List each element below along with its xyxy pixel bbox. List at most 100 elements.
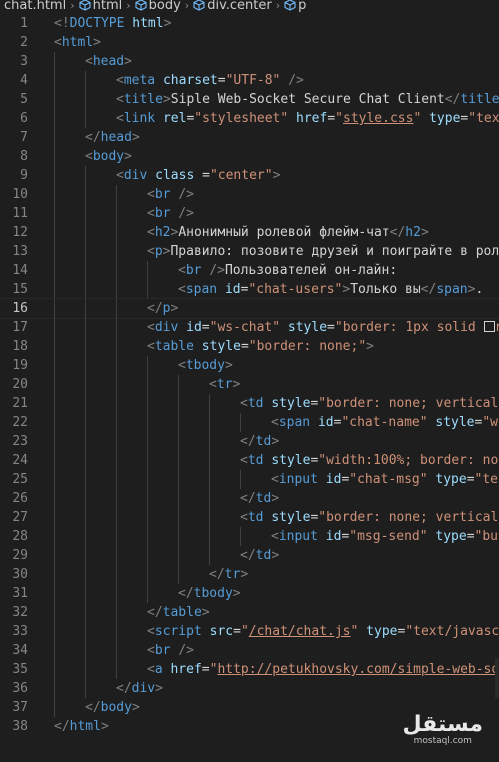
- code-line[interactable]: 3 <head>: [0, 52, 499, 71]
- code-line[interactable]: 11 <br />: [0, 204, 499, 223]
- breadcrumb-item[interactable]: chat.html: [4, 0, 66, 13]
- indent-guide: [54, 603, 55, 622]
- code-line[interactable]: 28<input id="msg-send" type="but: [0, 527, 499, 546]
- code-text: <br />: [147, 204, 194, 223]
- code-line[interactable]: 33 <script src="/chat/chat.js" type="text…: [0, 622, 499, 641]
- scrollbar[interactable]: [495, 658, 499, 698]
- element-icon: [284, 0, 296, 11]
- code-token: >: [240, 567, 249, 582]
- code-token: "chat-msg": [349, 472, 428, 487]
- code-token: />: [178, 206, 194, 221]
- breadcrumb-item[interactable]: p: [298, 0, 306, 13]
- code-line[interactable]: 13 <p>Правило: позовите друзей и поиграйт…: [0, 242, 499, 261]
- code-text: </table>: [147, 603, 210, 622]
- code-token: "stylesheet": [194, 111, 289, 126]
- code-token: "chat-users": [248, 282, 343, 297]
- code-token: td: [247, 510, 264, 525]
- code-line[interactable]: 30 </tr>: [0, 565, 499, 584]
- indent-guide: [209, 489, 210, 508]
- code-text: <tbody>: [178, 356, 233, 375]
- indent-guide: [85, 508, 86, 527]
- code-text: <html>: [54, 33, 101, 52]
- code-token: >: [155, 681, 163, 696]
- code-line[interactable]: 22 <span id="chat-name" style="wo: [0, 413, 499, 432]
- code-token: meta: [123, 73, 156, 88]
- code-token: charset: [162, 73, 218, 88]
- code-token: script: [154, 624, 202, 639]
- breadcrumb-item[interactable]: div.center: [207, 0, 272, 13]
- code-line[interactable]: 16 </p>: [0, 298, 499, 319]
- code-line[interactable]: 12 <h2>Анонимный ролевой флейм-чат</h2>: [0, 223, 499, 242]
- code-line[interactable]: 32 </table>: [0, 603, 499, 622]
- code-token: =: [466, 472, 475, 487]
- code-token: Анонимный ролевой флейм-чат: [178, 225, 390, 240]
- code-line[interactable]: 29 </td>: [0, 546, 499, 565]
- indent-guide: [85, 337, 86, 356]
- line-number: 29: [12, 548, 28, 563]
- indent-guide: [209, 546, 210, 565]
- line-number: 17: [12, 320, 28, 335]
- code-token: "border: 1px solid: [334, 320, 484, 335]
- indent-guide: [85, 299, 86, 318]
- code-token: p: [154, 244, 163, 259]
- code-token: title: [123, 92, 163, 107]
- code-token: table: [162, 605, 202, 620]
- indent-guide: [116, 470, 117, 489]
- code-text: </html>: [54, 717, 109, 736]
- code-line[interactable]: 8 <body>: [0, 147, 499, 166]
- link-token[interactable]: style.css: [343, 111, 413, 126]
- code-token: />: [178, 643, 194, 658]
- line-number: 9: [20, 168, 28, 183]
- indent-guide: [116, 318, 117, 337]
- breadcrumb-item[interactable]: html: [93, 0, 123, 13]
- indent-guide: [85, 660, 86, 679]
- code-line[interactable]: 1 <!DOCTYPE html>: [0, 14, 499, 33]
- code-line[interactable]: 15 <span id="chat-users">Только вы</span>…: [0, 280, 499, 299]
- code-line[interactable]: 35 <a href="http://petukhovsky.com/simple…: [0, 660, 499, 679]
- code-line[interactable]: 19 <tbody>: [0, 356, 499, 375]
- code-token: id: [325, 529, 342, 544]
- code-line[interactable]: 36 </div>: [0, 679, 499, 698]
- breadcrumb-item[interactable]: body: [149, 0, 181, 13]
- link-token[interactable]: http://petukhovsky.com/simple-web-soc: [217, 662, 499, 677]
- code-line[interactable]: 27 <td style="border: none; vertical-: [0, 508, 499, 527]
- code-line[interactable]: 9 <div class ="center">: [0, 166, 499, 185]
- color-swatch-icon[interactable]: [483, 321, 495, 332]
- code-line[interactable]: 25<input id="chat-msg" type="tex: [0, 470, 499, 489]
- code-token: Пользователей он-лайн:: [224, 263, 398, 278]
- code-line[interactable]: 4 <meta charset="UTF-8" />: [0, 71, 499, 90]
- code-token: <: [209, 377, 217, 392]
- code-line[interactable]: 21 <td style="border: none; vertical-: [0, 394, 499, 413]
- code-line[interactable]: 34 <br />: [0, 641, 499, 660]
- code-line[interactable]: 5 <title>Siple Web-Socket Secure Chat Cli…: [0, 90, 499, 109]
- code-line[interactable]: 23 </td>: [0, 432, 499, 451]
- code-token: td: [255, 434, 272, 449]
- line-number: 16: [12, 301, 28, 316]
- code-token: "msg-send": [349, 529, 428, 544]
- code-token: <: [147, 225, 155, 240]
- line-number: 3: [20, 54, 28, 69]
- code-line[interactable]: 17 <div id="ws-chat" style="border: 1px s…: [0, 318, 499, 337]
- code-token: ": [240, 624, 249, 639]
- indent-guide: [54, 147, 55, 166]
- code-line[interactable]: 24 <td style="width:100%; border: non: [0, 451, 499, 470]
- indent-guide: [85, 280, 86, 299]
- code-line[interactable]: 14 <br />Пользователей он-лайн:: [0, 261, 499, 280]
- code-token: />: [178, 187, 194, 202]
- code-line[interactable]: 26 </td>: [0, 489, 499, 508]
- code-line[interactable]: 20 <tr>: [0, 375, 499, 394]
- link-token[interactable]: /chat/chat.js: [249, 624, 351, 639]
- code-line[interactable]: 10 <br />: [0, 185, 499, 204]
- code-line[interactable]: 31 </tbody>: [0, 584, 499, 603]
- code-line[interactable]: 2 <html>: [0, 33, 499, 52]
- indent-guide: [54, 679, 55, 698]
- indent-guide: [54, 413, 55, 432]
- code-line[interactable]: 6 <link rel="stylesheet" href="style.css"…: [0, 109, 499, 128]
- indent-guide: [240, 413, 241, 432]
- chevron-right-icon: ›: [184, 0, 190, 12]
- indent-guide: [178, 432, 179, 451]
- indent-guide: [85, 223, 86, 242]
- code-line[interactable]: 7 </head>: [0, 128, 499, 147]
- code-editor[interactable]: 1 <!DOCTYPE html> 2 <html> 3 <head> 4 <meta cha…: [0, 14, 499, 736]
- code-line[interactable]: 18 <table style="border: none;">: [0, 337, 499, 356]
